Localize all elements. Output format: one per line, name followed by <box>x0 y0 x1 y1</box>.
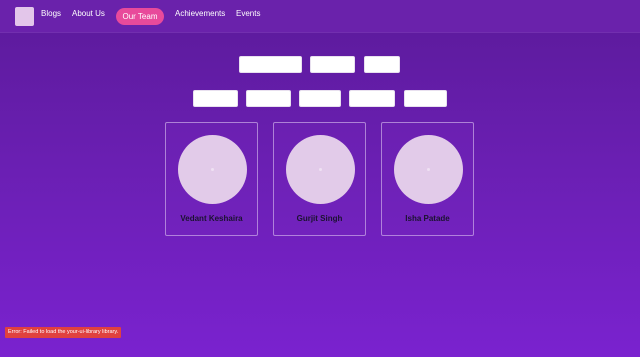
nav-link-our-team[interactable]: Our Team <box>116 8 164 25</box>
filter-button[interactable] <box>239 56 302 73</box>
nav-link-blogs[interactable]: Blogs <box>41 9 61 19</box>
nav-link-events[interactable]: Events <box>236 9 260 19</box>
team-member-name: Gurjit Singh <box>296 214 343 223</box>
filter-button[interactable] <box>364 56 400 73</box>
site-logo[interactable] <box>15 7 34 26</box>
top-navigation: Blogs About Us Our Team Achievements Eve… <box>0 0 640 33</box>
team-member-card[interactable]: Vedant Keshaira <box>165 122 258 236</box>
filter-button[interactable] <box>404 90 447 107</box>
error-toast: Error: Failed to load the your-ui-librar… <box>5 327 122 338</box>
filter-button[interactable] <box>299 90 341 107</box>
avatar <box>178 135 247 204</box>
avatar-placeholder-icon <box>427 168 430 171</box>
team-member-card[interactable]: Gurjit Singh <box>273 122 366 236</box>
team-member-name: Vedant Keshaira <box>180 214 243 223</box>
team-member-name: Isha Patade <box>405 214 450 223</box>
filter-button[interactable] <box>193 90 238 107</box>
avatar <box>394 135 463 204</box>
avatar-placeholder-icon <box>319 168 322 171</box>
avatar-placeholder-icon <box>211 168 214 171</box>
filter-button[interactable] <box>349 90 395 107</box>
team-member-card[interactable]: Isha Patade <box>381 122 474 236</box>
nav-link-achievements[interactable]: Achievements <box>175 9 225 19</box>
avatar <box>286 135 355 204</box>
filter-button[interactable] <box>246 90 291 107</box>
nav-link-about-us[interactable]: About Us <box>72 9 105 19</box>
filter-button[interactable] <box>310 56 355 73</box>
